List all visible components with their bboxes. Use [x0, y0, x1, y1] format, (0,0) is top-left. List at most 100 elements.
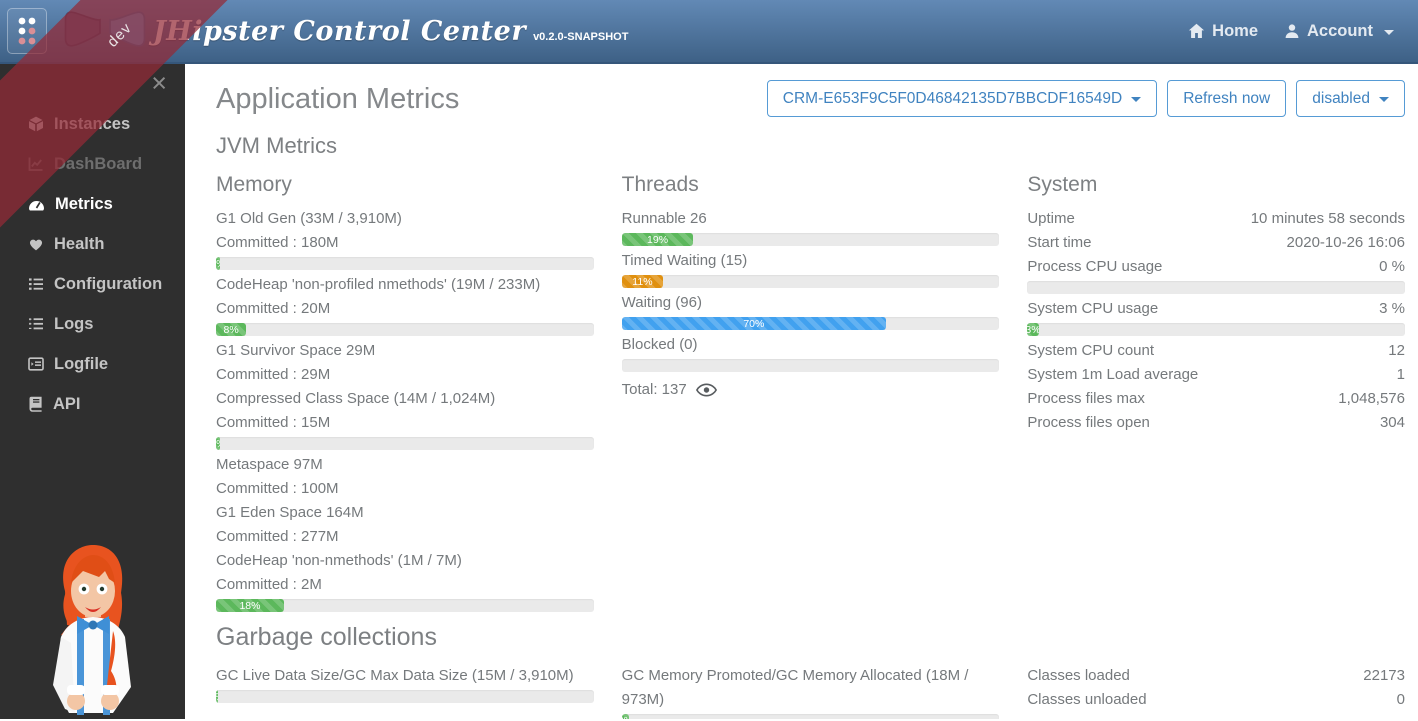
memory-pool-committed: Committed : 15M: [216, 411, 594, 435]
system-row-label: Start time: [1027, 231, 1091, 255]
threads-heading: Threads: [622, 173, 1000, 197]
caret-down-icon: [1379, 97, 1389, 102]
progress-fill: 1%: [216, 437, 220, 450]
sidebar-item-instances[interactable]: Instances: [0, 104, 185, 144]
memory-pool-name: Compressed Class Space (14M / 1,024M): [216, 387, 594, 411]
classes-row-value: 0: [1397, 688, 1405, 712]
system-row: Uptime 10 minutes 58 seconds: [1027, 207, 1405, 231]
version-label: v0.2.0-SNAPSHOT: [533, 31, 628, 43]
progress-bar: 1%: [216, 437, 594, 450]
progress-bar: 18%: [216, 599, 594, 612]
account-menu[interactable]: Account: [1284, 22, 1394, 41]
thread-state-label: Blocked (0): [622, 333, 1000, 357]
gc-live-data-column: GC Live Data Size/GC Max Data Size (15M …: [216, 664, 594, 719]
metrics-controls: CRM-E653F9C5F0D46842135D7BBCDF16549D Ref…: [767, 80, 1405, 117]
progress-fill: 8%: [216, 323, 246, 336]
progress-bar: 19%: [622, 233, 1000, 246]
thread-state-label: Timed Waiting (15): [622, 249, 1000, 273]
sidebar-item-label: Logs: [54, 315, 93, 334]
sidebar-item-label: Configuration: [54, 275, 162, 294]
system-row: Process files open 304: [1027, 411, 1405, 435]
page-title: Application Metrics: [216, 82, 459, 116]
heart-icon: [28, 236, 44, 252]
cube-icon: [28, 116, 44, 132]
home-link[interactable]: Home: [1188, 22, 1258, 41]
sidebar-item-logfile[interactable]: Logfile: [0, 344, 185, 384]
gc-metric-label: GC Live Data Size/GC Max Data Size (15M …: [216, 664, 594, 688]
sidebar-item-label: Logfile: [54, 355, 108, 374]
memory-pool-name: CodeHeap 'non-profiled nmethods' (19M / …: [216, 273, 594, 297]
system-row-label: System CPU usage: [1027, 297, 1158, 321]
system-row-value: 304: [1380, 411, 1405, 435]
sidebar-nav: Instances DashBoard Metrics: [0, 64, 185, 424]
progress-fill: 18%: [216, 599, 284, 612]
sidebar-item-configuration[interactable]: Configuration: [0, 264, 185, 304]
progress-fill: 1%: [216, 257, 220, 270]
memory-pool-name: Metaspace 97M: [216, 453, 594, 477]
system-row-label: Uptime: [1027, 207, 1075, 231]
sidebar-item-label: Instances: [54, 115, 130, 134]
instance-selector-label: CRM-E653F9C5F0D46842135D7BBCDF16549D: [783, 90, 1122, 108]
memory-pool-name: G1 Eden Space 164M: [216, 501, 594, 525]
refresh-now-button[interactable]: Refresh now: [1167, 80, 1286, 117]
memory-pool-name: G1 Old Gen (33M / 3,910M): [216, 207, 594, 231]
system-row-value: 2020-10-26 16:06: [1287, 231, 1405, 255]
classes-row-label: Classes unloaded: [1027, 688, 1146, 712]
memory-pool-committed: Committed : 277M: [216, 525, 594, 549]
brand-title[interactable]: JHipster Control Center: [153, 16, 526, 47]
progress-bar: 0%: [216, 690, 594, 703]
memory-pool-name: CodeHeap 'non-nmethods' (1M / 7M): [216, 549, 594, 573]
memory-pool-committed: Committed : 20M: [216, 297, 594, 321]
instance-selector-dropdown[interactable]: CRM-E653F9C5F0D46842135D7BBCDF16549D: [767, 80, 1157, 117]
chart-line-icon: [28, 156, 44, 172]
memory-column: Memory G1 Old Gen (33M / 3,910M) Committ…: [216, 173, 594, 615]
gc-classes-column: Classes loaded 22173 Classes unloaded 0: [1027, 664, 1405, 719]
eye-icon[interactable]: [696, 383, 717, 397]
system-row: Process files max 1,048,576: [1027, 387, 1405, 411]
system-row: System 1m Load average 1: [1027, 363, 1405, 387]
memory-heading: Memory: [216, 173, 594, 197]
classes-row: Classes unloaded 0: [1027, 688, 1405, 712]
system-row: System CPU usage 3 %: [1027, 297, 1405, 321]
tasks-icon: [28, 316, 44, 332]
system-row-label: System CPU count: [1027, 339, 1154, 363]
jhipster-bowtie-logo[interactable]: [63, 6, 147, 57]
user-icon: [1284, 23, 1300, 39]
book-icon: [28, 396, 43, 412]
sidebar-item-metrics[interactable]: Metrics: [0, 184, 185, 224]
sidebar-item-api[interactable]: API: [0, 384, 185, 424]
grid-dots-icon: [14, 14, 40, 48]
system-row: Start time 2020-10-26 16:06: [1027, 231, 1405, 255]
sidebar-item-label: API: [53, 395, 81, 414]
gc-metric-label: GC Memory Promoted/GC Memory Allocated (…: [622, 664, 1000, 712]
system-heading: System: [1027, 173, 1405, 197]
refresh-rate-dropdown[interactable]: disabled: [1296, 80, 1405, 117]
jvm-metrics-heading: JVM Metrics: [216, 133, 1405, 159]
progress-bar: 2%: [622, 714, 1000, 719]
gc-promoted-column: GC Memory Promoted/GC Memory Allocated (…: [622, 664, 1000, 719]
memory-pool-committed: Committed : 100M: [216, 477, 594, 501]
system-row-label: Process CPU usage: [1027, 255, 1162, 279]
memory-pool-committed: Committed : 180M: [216, 231, 594, 255]
memory-pool-committed: Committed : 2M: [216, 573, 594, 597]
progress-bar: 70%: [622, 317, 1000, 330]
classes-row: Classes loaded 22173: [1027, 664, 1405, 688]
tachometer-icon: [28, 196, 45, 212]
progress-fill: 3%: [1027, 323, 1038, 336]
memory-pool-committed: Committed : 29M: [216, 363, 594, 387]
apps-grid-icon[interactable]: [7, 8, 47, 54]
progress-fill: 2%: [622, 714, 630, 719]
classes-row-value: 22173: [1363, 664, 1405, 688]
progress-bar: [622, 359, 1000, 372]
sidebar-item-health[interactable]: Health: [0, 224, 185, 264]
home-icon: [1188, 23, 1205, 39]
progress-bar: [1027, 281, 1405, 294]
sidebar-item-logs[interactable]: Logs: [0, 304, 185, 344]
progress-fill: 70%: [622, 317, 886, 330]
sidebar-close-icon[interactable]: ×: [151, 70, 167, 97]
system-row-value: 0 %: [1379, 255, 1405, 279]
sidebar-item-dashboard[interactable]: DashBoard: [0, 144, 185, 184]
account-label: Account: [1307, 22, 1373, 41]
progress-bar: 8%: [216, 323, 594, 336]
system-row-value: 3 %: [1379, 297, 1405, 321]
